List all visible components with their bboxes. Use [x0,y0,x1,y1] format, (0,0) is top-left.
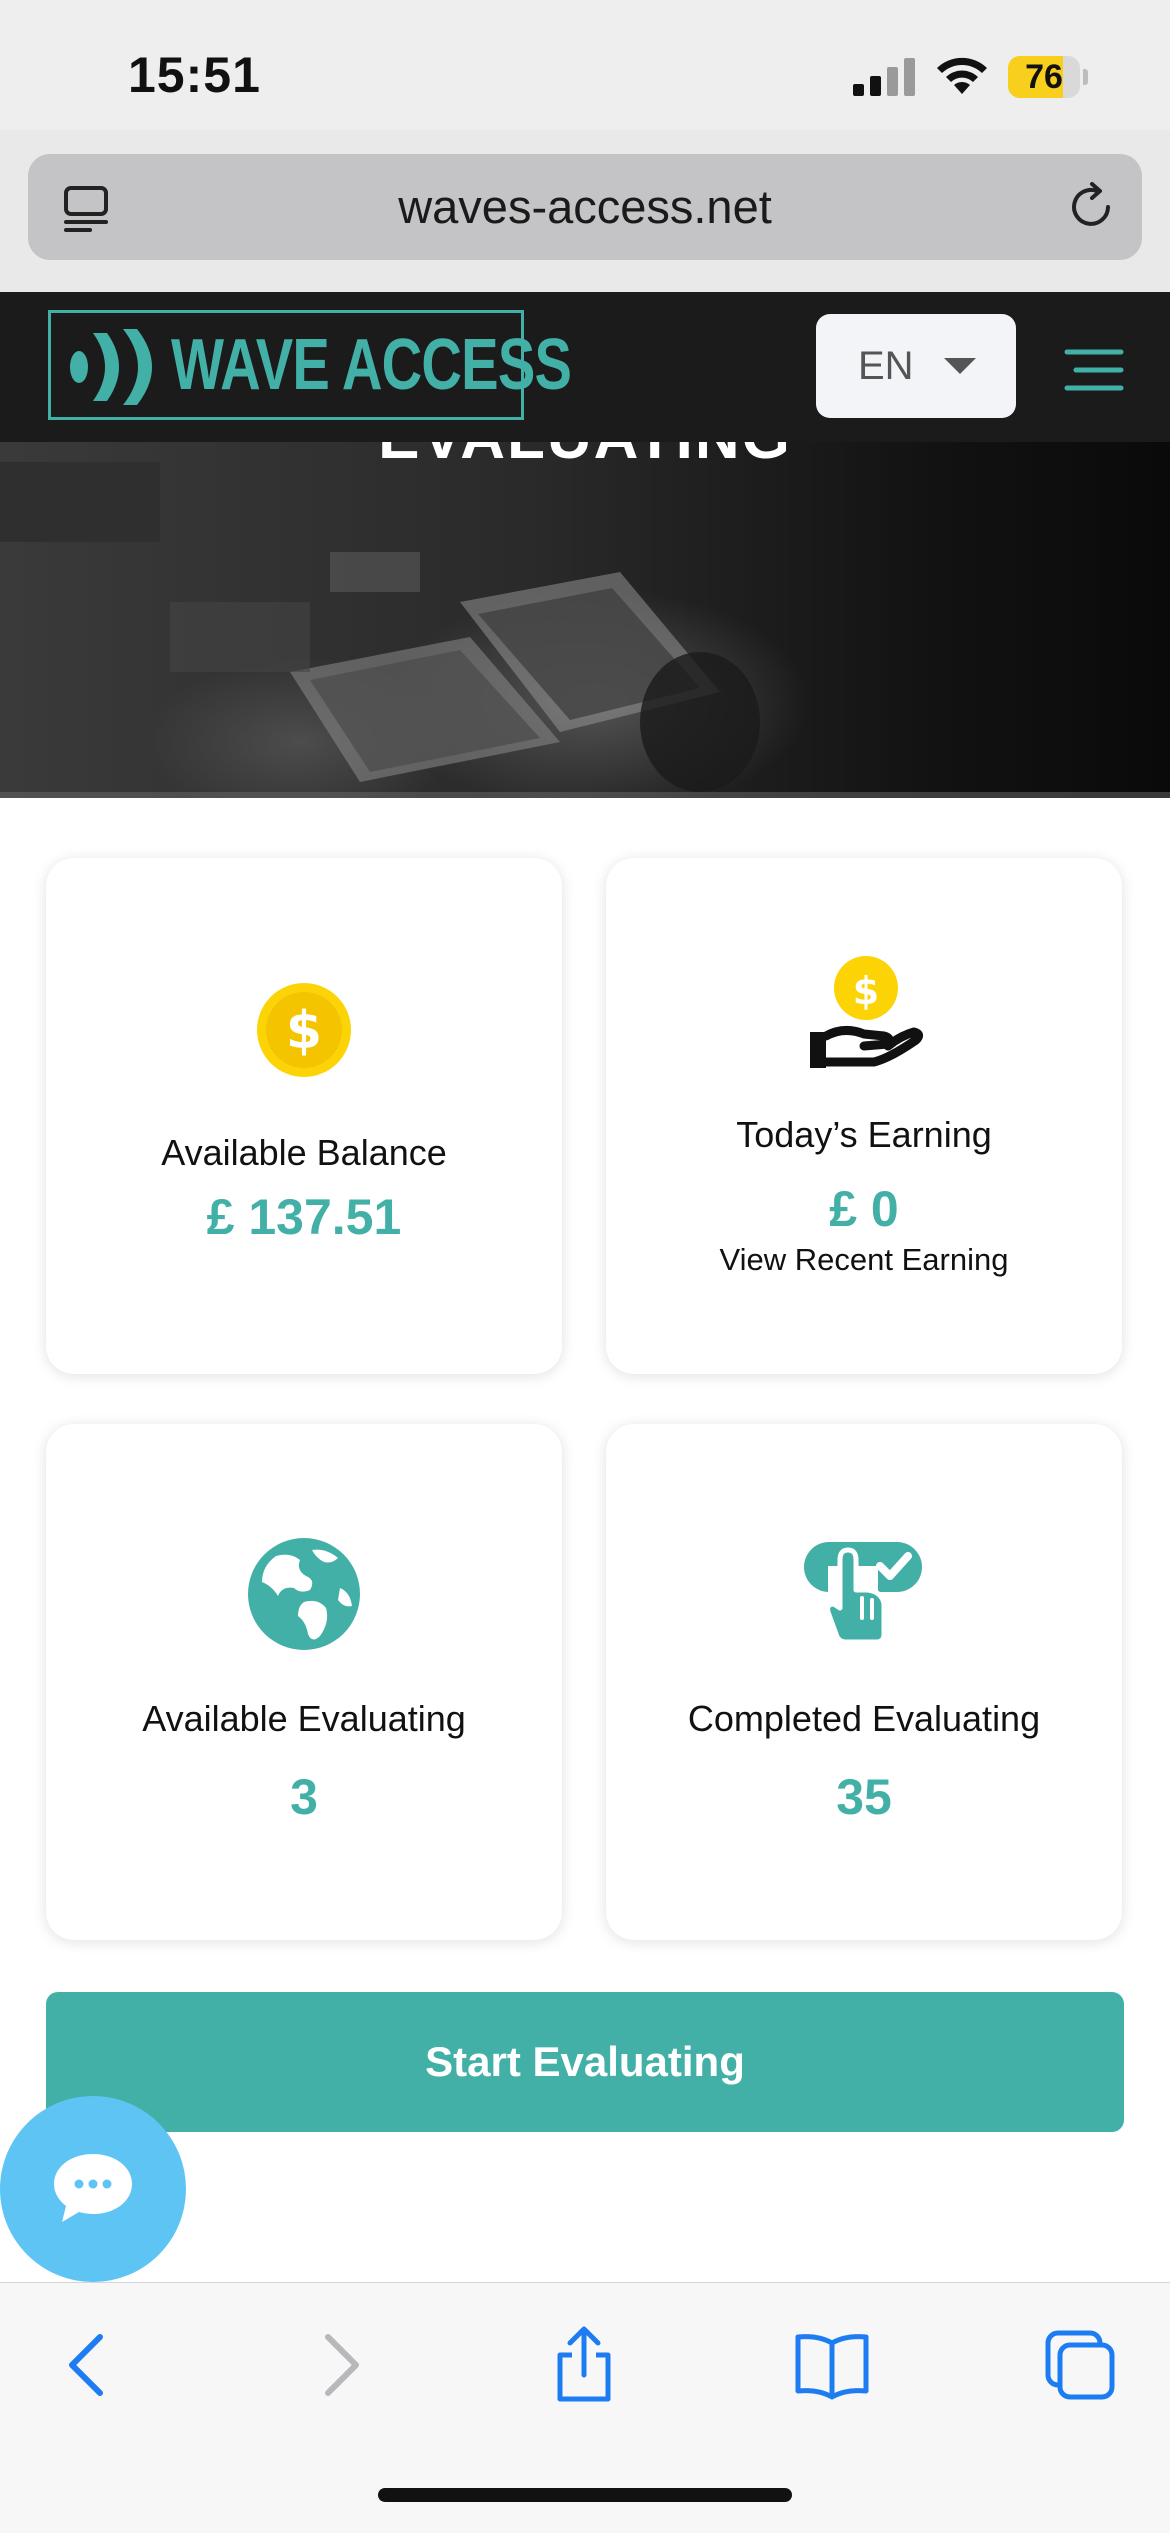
hamburger-menu-icon[interactable] [1064,348,1124,392]
home-indicator [378,2488,792,2502]
tap-check-icon [804,1542,922,1645]
balance-value: £ 137.51 [206,1189,402,1245]
language-value: EN [858,344,914,388]
site-logo[interactable]: WAVE ACCESS [48,310,572,420]
bookmarks-icon[interactable] [792,2325,872,2405]
available-balance-card: $ Available Balance £ 137.51 [46,858,562,1374]
view-recent-earning-link[interactable]: View Recent Earning [606,1242,1122,1278]
svg-text:$: $ [286,1001,322,1061]
caret-down-icon [944,358,976,374]
cellular-signal-icon [853,58,915,96]
battery-indicator: 76 [1008,56,1088,98]
language-select[interactable]: EN [816,314,1016,418]
site-header: WAVE ACCESS EN [0,292,1170,442]
back-icon[interactable] [48,2325,128,2405]
status-bar: 15:51 76 [0,0,1170,150]
card-label: Completed Evaluating [687,1698,1041,1739]
hero-title: EVALUATING [0,442,1170,473]
dollar-coin-icon: $ [257,983,351,1077]
chat-icon [54,2154,132,2222]
globe-icon [248,1538,360,1650]
wifi-icon [937,57,987,94]
share-icon[interactable] [544,2325,624,2405]
card-label: Today’s Earning [736,1114,992,1155]
card-label: Available Evaluating [142,1698,466,1739]
card-label: Available Balance [161,1132,447,1173]
reload-icon[interactable] [1064,180,1118,234]
available-evaluating-card: Available Evaluating 3 [46,1424,562,1940]
completed-evaluating-value: 35 [836,1769,892,1825]
hand-coin-icon: $ [810,956,924,1068]
todays-earning-card: $ Today’s Earning £ 0 View Recent Earnin… [606,858,1122,1374]
svg-text:$: $ [853,969,879,1013]
available-evaluating-value: 3 [290,1769,318,1825]
start-evaluating-button[interactable]: Start Evaluating [46,1992,1124,2132]
battery-percent: 76 [1025,58,1063,96]
chat-button[interactable] [0,2096,186,2282]
browser-address-area: waves-access.net [0,130,1170,292]
logo-waves-icon [70,329,152,405]
address-bar[interactable]: waves-access.net [28,154,1142,260]
hero-banner: EVALUATING [0,442,1170,798]
hero-background-image [0,462,1170,798]
completed-evaluating-card: Completed Evaluating 35 [606,1424,1122,1940]
today-earning-value: £ 0 [829,1181,899,1237]
status-time: 15:51 [128,47,261,103]
forward-icon[interactable] [300,2325,380,2405]
url-text[interactable]: waves-access.net [28,154,1142,260]
tabs-icon[interactable] [1040,2325,1120,2405]
logo-text: WAVE ACCESS [171,325,572,405]
